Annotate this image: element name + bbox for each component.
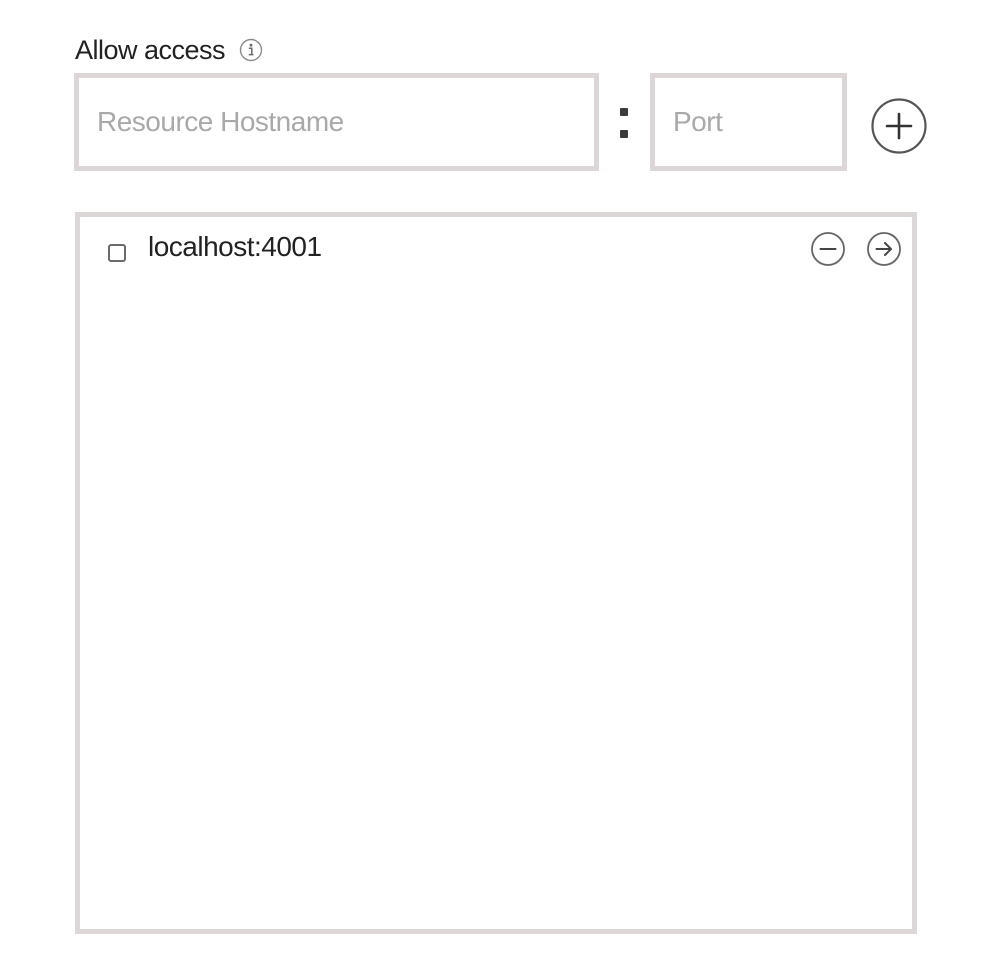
add-resource-button[interactable] xyxy=(870,97,928,155)
remove-item-button[interactable] xyxy=(810,231,846,267)
item-checkbox[interactable] xyxy=(108,244,126,262)
open-item-button[interactable] xyxy=(866,231,902,267)
plus-circle-icon xyxy=(871,98,927,154)
info-icon[interactable] xyxy=(239,38,263,62)
allow-access-label: Allow access xyxy=(75,34,226,65)
allow-access-header: Allow access xyxy=(75,30,263,70)
item-label: localhost:4001 xyxy=(148,231,322,262)
list-item: localhost:4001 xyxy=(80,217,912,281)
minus-circle-icon xyxy=(811,232,845,266)
host-port-separator xyxy=(620,104,630,144)
resource-hostname-input[interactable] xyxy=(74,73,599,171)
allowed-resources-list: localhost:4001 xyxy=(75,212,917,934)
arrow-right-circle-icon xyxy=(867,232,901,266)
port-input[interactable] xyxy=(650,73,847,171)
